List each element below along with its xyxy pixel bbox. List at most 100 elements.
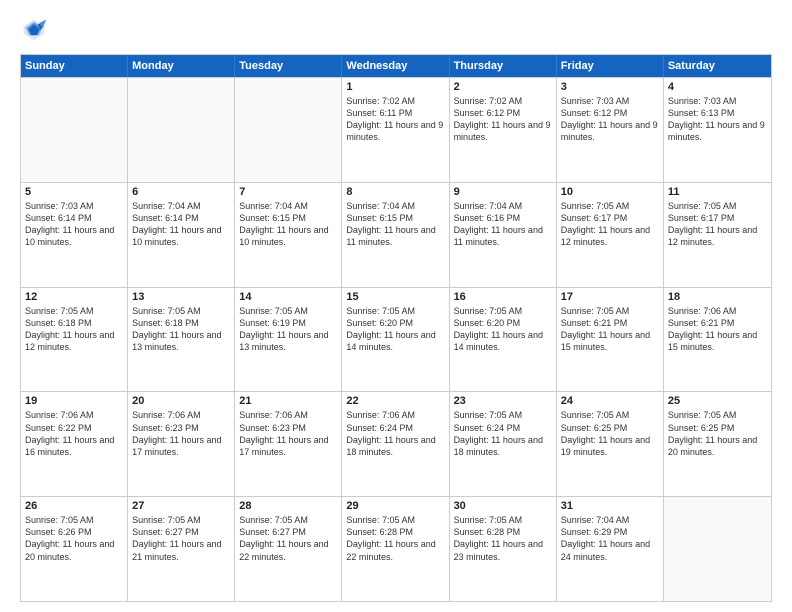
calendar-header-row: SundayMondayTuesdayWednesdayThursdayFrid… [21, 55, 771, 77]
day-number: 14 [239, 291, 337, 303]
day-number: 8 [346, 186, 444, 198]
cell-details: Sunrise: 7:05 AMSunset: 6:21 PMDaylight:… [561, 305, 659, 354]
calendar-cell: 2 Sunrise: 7:02 AMSunset: 6:12 PMDaylight… [450, 78, 557, 182]
calendar-cell: 8Sunrise: 7:04 AMSunset: 6:15 PMDaylight… [342, 183, 449, 287]
calendar: SundayMondayTuesdayWednesdayThursdayFrid… [20, 54, 772, 602]
cell-details: Sunrise: 7:02 AMSunset: 6:12 PMDaylight:… [454, 95, 552, 144]
cell-details: Sunrise: 7:06 AMSunset: 6:24 PMDaylight:… [346, 409, 444, 458]
calendar-cell: 15 Sunrise: 7:05 AMSunset: 6:20 PMDayligh… [342, 288, 449, 392]
day-number: 23 [454, 395, 552, 407]
calendar-row: 5Sunrise: 7:03 AMSunset: 6:14 PMDaylight… [21, 182, 771, 287]
calendar-row: 12 Sunrise: 7:05 AMSunset: 6:18 PMDayligh… [21, 287, 771, 392]
calendar-cell [235, 78, 342, 182]
calendar-cell [128, 78, 235, 182]
calendar-cell: 19Sunrise: 7:06 AMSunset: 6:22 PMDayligh… [21, 392, 128, 496]
cell-details: Sunrise: 7:05 AMSunset: 6:24 PMDaylight:… [454, 409, 552, 458]
header-cell-saturday: Saturday [664, 55, 771, 77]
calendar-cell: 24Sunrise: 7:05 AMSunset: 6:25 PMDayligh… [557, 392, 664, 496]
calendar-cell: 4 Sunrise: 7:03 AMSunset: 6:13 PMDaylight… [664, 78, 771, 182]
day-number: 12 [25, 291, 123, 303]
day-number: 27 [132, 500, 230, 512]
calendar-cell: 11 Sunrise: 7:05 AMSunset: 6:17 PMDayligh… [664, 183, 771, 287]
day-number: 9 [454, 186, 552, 198]
calendar-cell: 6 Sunrise: 7:04 AMSunset: 6:14 PMDaylight… [128, 183, 235, 287]
day-number: 16 [454, 291, 552, 303]
calendar-cell: 25 Sunrise: 7:05 AMSunset: 6:25 PMDayligh… [664, 392, 771, 496]
day-number: 19 [25, 395, 123, 407]
cell-details: Sunrise: 7:06 AMSunset: 6:23 PMDaylight:… [132, 409, 230, 458]
calendar-cell: 9 Sunrise: 7:04 AMSunset: 6:16 PMDaylight… [450, 183, 557, 287]
cell-details: Sunrise: 7:03 AMSunset: 6:14 PMDaylight:… [25, 200, 123, 249]
calendar-row: 19Sunrise: 7:06 AMSunset: 6:22 PMDayligh… [21, 391, 771, 496]
calendar-cell: 12 Sunrise: 7:05 AMSunset: 6:18 PMDayligh… [21, 288, 128, 392]
header-cell-sunday: Sunday [21, 55, 128, 77]
cell-details: Sunrise: 7:06 AMSunset: 6:21 PMDaylight:… [668, 305, 767, 354]
cell-details: Sunrise: 7:05 AMSunset: 6:18 PMDaylight:… [132, 305, 230, 354]
calendar-cell: 13Sunrise: 7:05 AMSunset: 6:18 PMDayligh… [128, 288, 235, 392]
day-number: 1 [346, 81, 444, 93]
calendar-cell: 20 Sunrise: 7:06 AMSunset: 6:23 PMDayligh… [128, 392, 235, 496]
cell-details: Sunrise: 7:06 AMSunset: 6:23 PMDaylight:… [239, 409, 337, 458]
day-number: 15 [346, 291, 444, 303]
header-cell-monday: Monday [128, 55, 235, 77]
day-number: 29 [346, 500, 444, 512]
cell-details: Sunrise: 7:02 AMSunset: 6:11 PMDaylight:… [346, 95, 444, 144]
day-number: 2 [454, 81, 552, 93]
cell-details: Sunrise: 7:04 AMSunset: 6:15 PMDaylight:… [239, 200, 337, 249]
calendar-cell: 23 Sunrise: 7:05 AMSunset: 6:24 PMDayligh… [450, 392, 557, 496]
calendar-cell: 7 Sunrise: 7:04 AMSunset: 6:15 PMDaylight… [235, 183, 342, 287]
calendar-cell: 21 Sunrise: 7:06 AMSunset: 6:23 PMDayligh… [235, 392, 342, 496]
cell-details: Sunrise: 7:03 AMSunset: 6:13 PMDaylight:… [668, 95, 767, 144]
day-number: 25 [668, 395, 767, 407]
day-number: 26 [25, 500, 123, 512]
day-number: 6 [132, 186, 230, 198]
header [20, 16, 772, 44]
day-number: 28 [239, 500, 337, 512]
calendar-row: 1 Sunrise: 7:02 AMSunset: 6:11 PMDaylight… [21, 77, 771, 182]
cell-details: Sunrise: 7:05 AMSunset: 6:17 PMDaylight:… [668, 200, 767, 249]
header-cell-tuesday: Tuesday [235, 55, 342, 77]
logo [20, 16, 52, 44]
cell-details: Sunrise: 7:05 AMSunset: 6:20 PMDaylight:… [454, 305, 552, 354]
day-number: 7 [239, 186, 337, 198]
cell-details: Sunrise: 7:05 AMSunset: 6:18 PMDaylight:… [25, 305, 123, 354]
calendar-cell: 14Sunrise: 7:05 AMSunset: 6:19 PMDayligh… [235, 288, 342, 392]
calendar-cell: 22 Sunrise: 7:06 AMSunset: 6:24 PMDayligh… [342, 392, 449, 496]
calendar-cell: 10 Sunrise: 7:05 AMSunset: 6:17 PMDayligh… [557, 183, 664, 287]
cell-details: Sunrise: 7:05 AMSunset: 6:25 PMDaylight:… [668, 409, 767, 458]
calendar-cell: 18Sunrise: 7:06 AMSunset: 6:21 PMDayligh… [664, 288, 771, 392]
calendar-cell: 29 Sunrise: 7:05 AMSunset: 6:28 PMDayligh… [342, 497, 449, 601]
calendar-cell: 3 Sunrise: 7:03 AMSunset: 6:12 PMDaylight… [557, 78, 664, 182]
day-number: 20 [132, 395, 230, 407]
calendar-cell: 28 Sunrise: 7:05 AMSunset: 6:27 PMDayligh… [235, 497, 342, 601]
calendar-cell: 31Sunrise: 7:04 AMSunset: 6:29 PMDayligh… [557, 497, 664, 601]
cell-details: Sunrise: 7:05 AMSunset: 6:20 PMDaylight:… [346, 305, 444, 354]
calendar-cell: 16 Sunrise: 7:05 AMSunset: 6:20 PMDayligh… [450, 288, 557, 392]
cell-details: Sunrise: 7:05 AMSunset: 6:17 PMDaylight:… [561, 200, 659, 249]
calendar-cell: 17 Sunrise: 7:05 AMSunset: 6:21 PMDayligh… [557, 288, 664, 392]
day-number: 4 [668, 81, 767, 93]
header-cell-thursday: Thursday [450, 55, 557, 77]
day-number: 3 [561, 81, 659, 93]
cell-details: Sunrise: 7:05 AMSunset: 6:26 PMDaylight:… [25, 514, 123, 563]
day-number: 24 [561, 395, 659, 407]
cell-details: Sunrise: 7:04 AMSunset: 6:16 PMDaylight:… [454, 200, 552, 249]
cell-details: Sunrise: 7:05 AMSunset: 6:28 PMDaylight:… [346, 514, 444, 563]
day-number: 21 [239, 395, 337, 407]
calendar-cell [21, 78, 128, 182]
calendar-cell: 27Sunrise: 7:05 AMSunset: 6:27 PMDayligh… [128, 497, 235, 601]
cell-details: Sunrise: 7:03 AMSunset: 6:12 PMDaylight:… [561, 95, 659, 144]
day-number: 11 [668, 186, 767, 198]
page: SundayMondayTuesdayWednesdayThursdayFrid… [0, 0, 792, 612]
day-number: 30 [454, 500, 552, 512]
calendar-cell: 26 Sunrise: 7:05 AMSunset: 6:26 PMDayligh… [21, 497, 128, 601]
logo-icon [20, 16, 48, 44]
cell-details: Sunrise: 7:05 AMSunset: 6:28 PMDaylight:… [454, 514, 552, 563]
calendar-row: 26 Sunrise: 7:05 AMSunset: 6:26 PMDayligh… [21, 496, 771, 601]
day-number: 10 [561, 186, 659, 198]
cell-details: Sunrise: 7:04 AMSunset: 6:14 PMDaylight:… [132, 200, 230, 249]
day-number: 22 [346, 395, 444, 407]
day-number: 17 [561, 291, 659, 303]
cell-details: Sunrise: 7:05 AMSunset: 6:27 PMDaylight:… [239, 514, 337, 563]
day-number: 31 [561, 500, 659, 512]
